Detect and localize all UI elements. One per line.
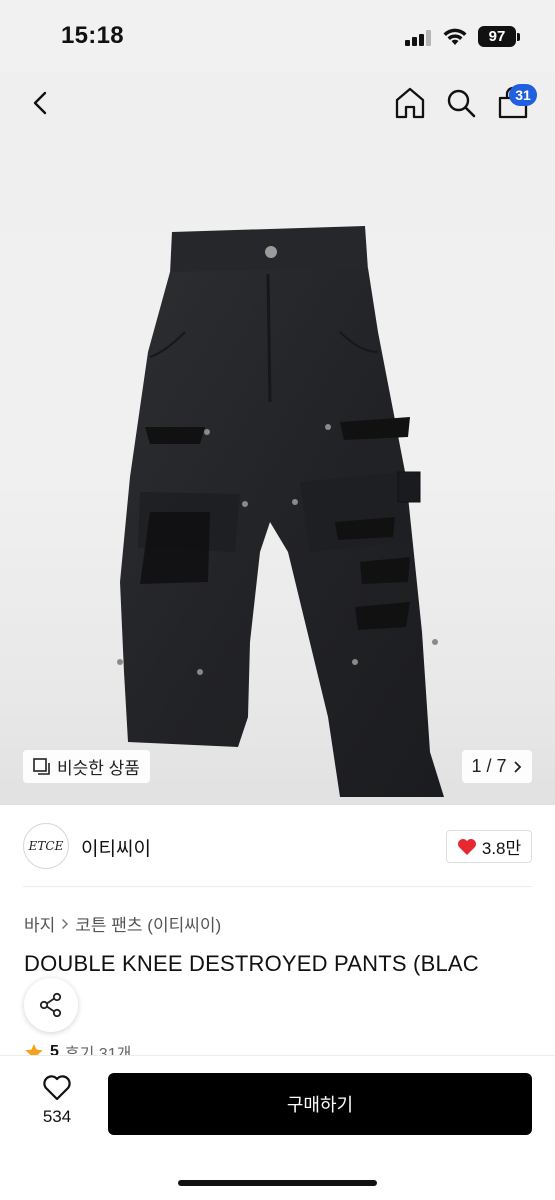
brand-like-button[interactable]: 3.8만 [446, 830, 532, 863]
wishlist-button[interactable]: 534 [30, 1074, 84, 1134]
status-time: 15:18 [61, 22, 124, 49]
signal-icon [405, 30, 433, 46]
brand-name[interactable]: 이티씨이 [81, 834, 151, 861]
brand-like-count: 3.8만 [481, 839, 522, 858]
breadcrumb-category[interactable]: 바지 [24, 911, 55, 936]
wifi-icon [443, 28, 467, 45]
product-title: DOUBLE KNEE DESTROYED PANTS (BLAC [24, 951, 479, 976]
heart-filled-icon [457, 838, 476, 855]
product-image[interactable] [110, 222, 455, 805]
product-gallery[interactable]: 31 비슷한 상품 1 / 7 [0, 72, 555, 805]
brand-logo-text: ETCE [28, 839, 64, 853]
cart-count-badge: 31 [509, 84, 537, 106]
breadcrumb: 바지 코튼 팬츠 (이티씨이) [24, 911, 221, 936]
buy-button[interactable]: 구매하기 [108, 1073, 532, 1135]
battery-indicator: 97 [478, 26, 516, 47]
battery-tip [517, 33, 520, 41]
brand-logo[interactable]: ETCE [23, 823, 69, 869]
image-counter: 1 / 7 [471, 756, 507, 776]
search-icon[interactable] [446, 88, 476, 118]
breadcrumb-subcategory[interactable]: 코튼 팬츠 (이티씨이) [75, 911, 221, 936]
heart-outline-icon [43, 1075, 71, 1101]
home-icon[interactable] [394, 86, 426, 120]
similar-products-label: 비슷한 상품 [57, 759, 140, 778]
share-icon [39, 992, 62, 1018]
wishlist-count: 534 [42, 1107, 72, 1126]
back-icon[interactable] [26, 88, 56, 118]
similar-icon [33, 757, 50, 775]
similar-products-button[interactable]: 비슷한 상품 [23, 750, 150, 783]
chevron-right-icon [513, 760, 521, 773]
divider [23, 886, 532, 887]
status-bar: 15:18 97 [0, 0, 555, 72]
home-indicator [178, 1180, 377, 1186]
brand-row: ETCE 이티씨이 3.8만 [0, 805, 555, 887]
image-counter-button[interactable]: 1 / 7 [462, 750, 532, 783]
share-button[interactable] [24, 978, 78, 1032]
bottom-action-bar: 534 구매하기 [0, 1055, 555, 1200]
chevron-right-icon [62, 918, 69, 929]
